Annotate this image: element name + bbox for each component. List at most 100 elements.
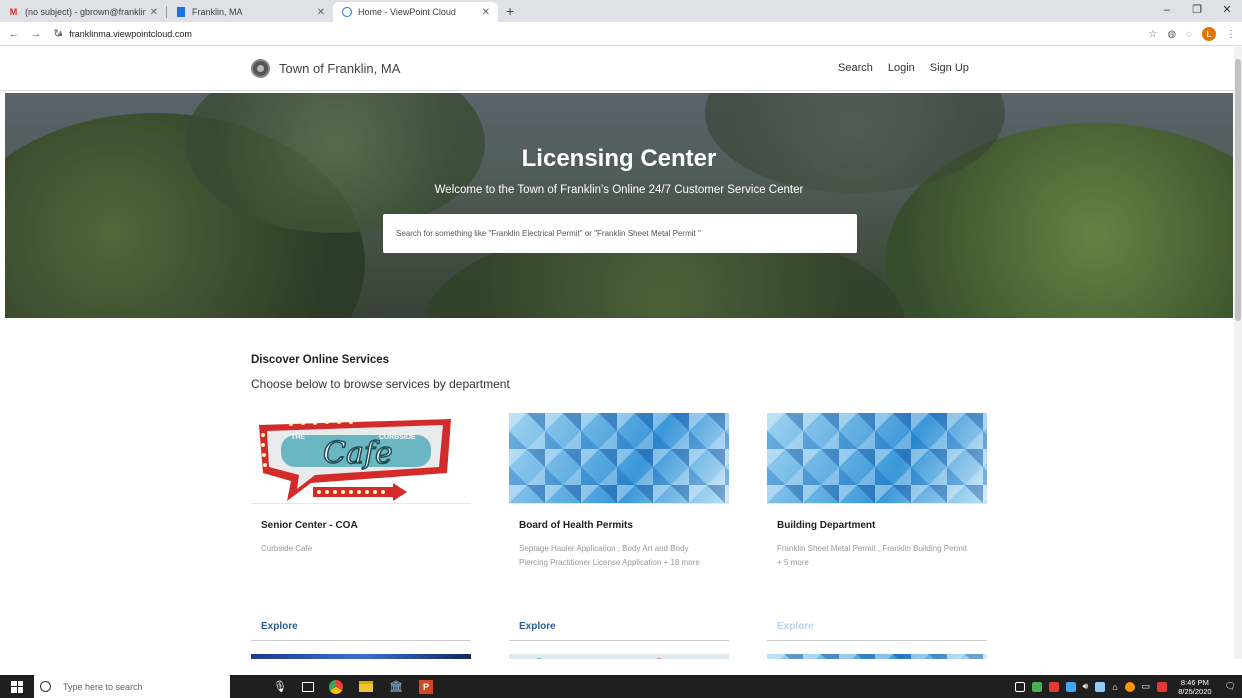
page-scrollbar[interactable] (1234, 47, 1242, 659)
browser-tab-gmail[interactable]: M (no subject) - gbrown@franklinm ✕ (0, 2, 166, 22)
back-icon[interactable]: ← (6, 28, 22, 40)
clock-date: 8/25/2020 (1178, 686, 1212, 696)
start-button[interactable] (0, 675, 34, 698)
volume-icon[interactable]: 🔊︎ (1083, 681, 1089, 692)
system-clock[interactable]: 8:46 PM 8/25/2020 (1178, 678, 1211, 696)
nav-login-link[interactable]: Login (888, 62, 915, 74)
explore-link[interactable]: Explore (777, 621, 814, 632)
card-description: Septage Hauler Application , Body Art an… (519, 544, 700, 567)
explore-link[interactable]: Explore (519, 621, 556, 632)
minimize-icon[interactable]: – (1152, 0, 1182, 22)
url-text: franklinma.viewpointcloud.com (69, 29, 192, 39)
discover-title: Discover Online Services (251, 354, 390, 366)
close-icon[interactable]: ✕ (317, 7, 325, 18)
close-icon[interactable]: ✕ (482, 7, 490, 18)
bookmark-star-icon[interactable]: ☆ (1148, 29, 1157, 40)
address-bar[interactable]: 🔒︎ franklinma.viewpointcloud.com (58, 25, 1116, 43)
new-tab-button[interactable]: + (498, 2, 522, 22)
tab-title: Franklin, MA (192, 7, 243, 17)
chrome-icon[interactable] (328, 679, 344, 695)
nav-search-link[interactable]: Search (838, 62, 873, 74)
close-window-icon[interactable]: ✕ (1212, 0, 1242, 22)
card-description: Curbside Cafe (261, 544, 313, 553)
clock-time: 8:46 PM (1180, 677, 1209, 687)
service-card-building-department[interactable]: Building Department Franklin Sheet Metal… (767, 413, 987, 643)
usb-icon[interactable] (1014, 681, 1025, 692)
tab-title: (no subject) - gbrown@franklinm (25, 7, 146, 17)
card-image-peek (251, 654, 471, 659)
web-page: Town of Franklin, MA Search Login Sign U… (0, 47, 1242, 659)
curbside-cafe-sign-icon: THE CURBSIDE Cafe (259, 419, 451, 501)
curbside-cafe-logo: THE CURBSIDE Cafe (251, 413, 471, 504)
powerpoint-icon[interactable]: P (418, 679, 434, 695)
restore-icon[interactable]: ❐ (1182, 0, 1212, 22)
menu-kebab-icon[interactable]: ⋮ (1226, 29, 1236, 40)
display-icon[interactable] (1095, 681, 1106, 692)
hero-overlay (5, 93, 1233, 318)
hero-subtitle: Welcome to the Town of Franklin's Online… (434, 184, 804, 196)
browser-tabstrip: M (no subject) - gbrown@franklinm ✕ Fran… (0, 0, 1242, 22)
window-controls: – ❐ ✕ (1152, 0, 1242, 22)
discover-subtitle: Choose below to browse services by depar… (251, 377, 510, 391)
viewpoint-icon (341, 7, 352, 18)
close-icon[interactable]: ✕ (150, 7, 158, 18)
hero-search-input[interactable] (383, 214, 857, 253)
cortana-icon (40, 681, 51, 692)
app-tray-icon[interactable] (1048, 681, 1059, 692)
explore-link[interactable]: Explore (261, 621, 298, 632)
taskbar-search-placeholder: Type here to search (63, 681, 143, 692)
extension-icon[interactable]: ◍ (1167, 29, 1176, 40)
card-title: Senior Center - COA (261, 520, 358, 531)
toolbar-actions: ☆ ◍ ◌ L ⋮ (1148, 25, 1236, 43)
onedrive-icon[interactable] (1065, 681, 1076, 692)
browser-tab-franklin[interactable]: Franklin, MA ✕ (167, 2, 333, 22)
card-divider (767, 640, 987, 641)
file-explorer-icon[interactable] (358, 679, 374, 695)
task-view-icon[interactable] (302, 681, 314, 692)
notification-icon[interactable]: 🗨︎ (1225, 681, 1236, 692)
lock-icon: 🔒︎ (58, 29, 63, 38)
extension-icon[interactable]: ◌ (1186, 29, 1192, 40)
network-app-icon[interactable] (1031, 681, 1042, 692)
service-card-senior-center[interactable]: THE CURBSIDE Cafe Senior Center - COA Cu… (251, 413, 471, 643)
hero-title: Licensing Center (521, 145, 717, 172)
forward-icon[interactable]: → (28, 28, 44, 40)
sign-text: Cafe (323, 436, 393, 471)
card-image-peek (767, 654, 987, 659)
battery-icon[interactable]: ▭ (1142, 681, 1151, 692)
sign-text: THE (291, 434, 305, 441)
town-seal-icon (251, 59, 270, 78)
card-divider (251, 640, 471, 641)
card-image-pattern (509, 413, 729, 504)
card-image-peek (509, 654, 729, 659)
windows-logo-icon (11, 680, 23, 693)
card-image-pattern (767, 413, 987, 504)
wifi-icon[interactable]: ⌂ (1112, 682, 1117, 692)
nav-signup-link[interactable]: Sign Up (930, 62, 969, 74)
microphone-icon[interactable]: 🎙︎ (272, 679, 288, 695)
system-tray: 🔊︎ ⌂ ▭ 8:46 PM 8/25/2020 🗨︎ (1014, 675, 1236, 698)
building-icon[interactable]: 🏛︎ (388, 679, 404, 695)
doc-icon (175, 7, 186, 18)
gmail-icon: M (9, 7, 18, 17)
card-divider (509, 640, 729, 641)
recycling-pattern-icon (536, 658, 662, 659)
taskbar-search[interactable]: Type here to search (34, 675, 230, 698)
pdf-icon[interactable] (1157, 681, 1168, 692)
site-brand[interactable]: Town of Franklin, MA (251, 59, 400, 78)
scrollbar-thumb[interactable] (1235, 59, 1241, 321)
site-header: Town of Franklin, MA Search Login Sign U… (0, 47, 1242, 91)
browser-tab-viewpoint[interactable]: Home - ViewPoint Cloud ✕ (333, 2, 498, 22)
app-tray-icon[interactable] (1124, 681, 1135, 692)
browser-toolbar: ← → ↻ 🔒︎ franklinma.viewpointcloud.com ☆… (0, 22, 1242, 46)
card-title: Board of Health Permits (519, 520, 633, 531)
tab-title: Home - ViewPoint Cloud (358, 7, 456, 17)
service-card-board-of-health[interactable]: Board of Health Permits Septage Hauler A… (509, 413, 729, 643)
profile-avatar[interactable]: L (1202, 27, 1216, 41)
site-nav: Search Login Sign Up (838, 62, 969, 74)
windows-taskbar: Type here to search 🎙︎ 🏛︎ P 🔊︎ ⌂ ▭ 8:46 … (0, 675, 1242, 698)
card-description: Franklin Sheet Metal Permit , Franklin B… (777, 544, 967, 567)
hero-banner: Licensing Center Welcome to the Town of … (5, 93, 1233, 318)
card-title: Building Department (777, 520, 876, 531)
brand-name: Town of Franklin, MA (279, 61, 401, 76)
